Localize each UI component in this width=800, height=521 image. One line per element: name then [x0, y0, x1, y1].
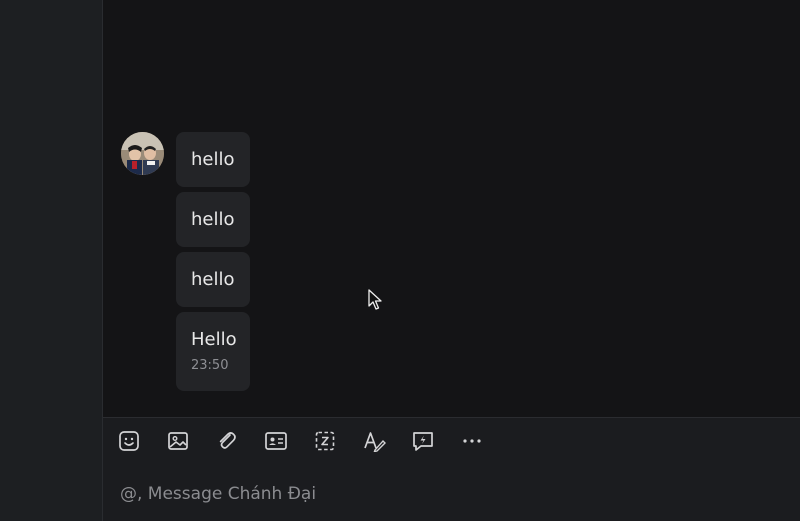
- message-text: hello: [191, 149, 235, 170]
- message-input[interactable]: [118, 471, 772, 517]
- message-text: hello: [191, 209, 235, 230]
- screenshot-icon: [315, 431, 335, 451]
- message-bubble[interactable]: hello: [176, 252, 250, 307]
- attachment-button[interactable]: [214, 428, 240, 454]
- message-bubble[interactable]: hello: [176, 132, 250, 187]
- sender-avatar[interactable]: [121, 132, 164, 175]
- text-format-icon: [364, 432, 386, 452]
- image-icon: [168, 432, 188, 450]
- contact-card-button[interactable]: [263, 428, 289, 454]
- text-format-button[interactable]: [361, 428, 387, 454]
- message-bubble[interactable]: Hello 23:50: [176, 312, 250, 391]
- more-icon: [463, 439, 481, 443]
- message-bubble[interactable]: hello: [176, 192, 250, 247]
- message-text: Hello: [191, 329, 237, 350]
- composer-toolbar: [103, 417, 800, 466]
- message-text: hello: [191, 269, 235, 290]
- attachment-icon: [219, 432, 236, 449]
- message-composer: [103, 465, 800, 521]
- mouse-pointer-icon: [368, 289, 382, 310]
- more-options-button[interactable]: [459, 428, 485, 454]
- image-button[interactable]: [165, 428, 191, 454]
- message-timestamp: 23:50: [191, 358, 229, 373]
- avatar-photo-icon: [121, 132, 164, 175]
- contact-card-icon: [265, 432, 287, 450]
- sticker-button[interactable]: [116, 428, 142, 454]
- quick-message-icon: [413, 432, 433, 451]
- sticker-icon: [119, 431, 139, 451]
- conversation-sidebar: [0, 0, 103, 521]
- quick-message-button[interactable]: [410, 428, 436, 454]
- screenshot-button[interactable]: [312, 428, 338, 454]
